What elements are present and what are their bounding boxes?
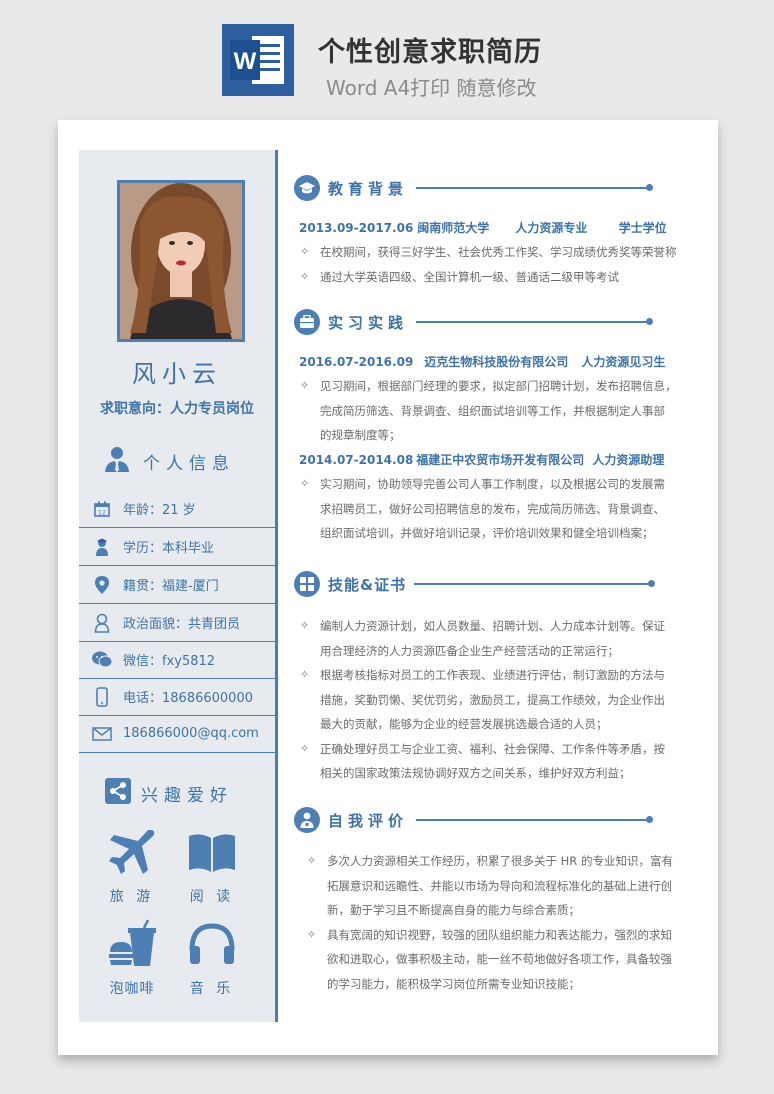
diamond-bullet-icon: ✧ bbox=[300, 741, 310, 755]
hobby-coffee: 泡咖啡 bbox=[97, 918, 167, 998]
hobby-reading: 阅 读 bbox=[177, 826, 247, 906]
hobbies-heading: 兴趣爱好 bbox=[105, 778, 233, 808]
diamond-bullet-icon: ✧ bbox=[300, 379, 310, 392]
personal-info-title: 个人信息 bbox=[143, 453, 235, 474]
info-row-wechat: 微信：fxy5812 bbox=[79, 641, 275, 679]
education-bullet: ✧ 在校期间，获得三好学生、社会优秀工作奖、学习成绩优秀奖等荣誉称 bbox=[300, 240, 700, 265]
self-eval-heading: 自我评价 bbox=[294, 806, 654, 834]
header-subtitle: Word A4打印 随意修改 bbox=[326, 76, 537, 100]
diamond-bullet-icon: ✧ bbox=[300, 269, 310, 283]
internship-row-2: 2014.07-2014.08 福建正中农贸市场开发有限公司 人力资源助理 bbox=[299, 451, 664, 468]
info-email: 186866000@qq.com bbox=[123, 726, 259, 741]
sidebar: 风小云 求职意向：人力专员岗位 个人信息 12 年龄：21 岁 学历：本科毕业 … bbox=[79, 150, 275, 1022]
header: W 个性创意求职简历 Word A4打印 随意修改 bbox=[0, 0, 774, 118]
internship-heading: 实习实践 bbox=[294, 308, 654, 336]
education-period: 2013.09-2017.06 bbox=[299, 221, 414, 235]
diamond-bullet-icon: ✧ bbox=[307, 854, 317, 867]
education-bullets: ✧ 在校期间，获得三好学生、社会优秀工作奖、学习成绩优秀奖等荣誉称 ✧ 通过大学英语… bbox=[300, 240, 700, 290]
hobby-reading-label: 阅 读 bbox=[189, 889, 235, 905]
education-rule bbox=[416, 184, 654, 191]
wechat-icon bbox=[91, 649, 113, 671]
user-lock-icon bbox=[294, 807, 320, 833]
word-logo-letter: W bbox=[234, 48, 257, 75]
internship-desc-1: ✧ 见习期间，根据部门经理的要求，拟定部门招聘计划，发布招聘信息， 完成简历筛选、… bbox=[300, 374, 700, 448]
diamond-bullet-icon: ✧ bbox=[300, 619, 310, 632]
resume-page: 风小云 求职意向：人力专员岗位 个人信息 12 年龄：21 岁 学历：本科毕业 … bbox=[58, 120, 718, 1055]
internship-period-1: 2016.07-2016.09 bbox=[299, 355, 414, 369]
self-eval-rule bbox=[416, 816, 654, 823]
diamond-bullet-icon: ✧ bbox=[300, 477, 310, 490]
internship-rule bbox=[416, 318, 654, 325]
book-icon bbox=[186, 834, 238, 882]
info-row-hometown: 籍贯：福建-厦门 bbox=[79, 566, 275, 604]
job-intent: 求职意向：人力专员岗位 bbox=[100, 401, 254, 417]
briefcase-icon bbox=[294, 309, 320, 335]
personal-info-heading: 个人信息 bbox=[103, 446, 235, 476]
phone-icon bbox=[91, 686, 113, 708]
internship-title: 实习实践 bbox=[328, 313, 409, 332]
info-wechat: 微信：fxy5812 bbox=[123, 654, 216, 669]
airplane-icon bbox=[106, 830, 158, 882]
grid-icon bbox=[294, 571, 320, 597]
info-political: 政治面貌：共青团员 bbox=[123, 617, 241, 632]
education-major: 人力资源专业 bbox=[515, 221, 588, 235]
internship-row-1: 2016.07-2016.09 迈克生物科技股份有限公司 人力资源见习生 bbox=[299, 353, 665, 370]
user-tie-icon bbox=[103, 446, 131, 476]
skills-title: 技能&证书 bbox=[328, 575, 407, 594]
internship-role-1: 人力资源见习生 bbox=[581, 355, 666, 369]
internship-period-2: 2014.07-2014.08 bbox=[299, 453, 414, 467]
education-bullet: ✧ 通过大学英语四级、全国计算机一级、普通话二级甲等考试 bbox=[300, 265, 700, 290]
svg-text:12: 12 bbox=[98, 508, 106, 516]
internship-company-1: 迈克生物科技股份有限公司 bbox=[424, 355, 569, 369]
education-title: 教育背景 bbox=[328, 179, 409, 198]
education-school: 闽南师范大学 bbox=[417, 221, 490, 235]
share-icon bbox=[105, 778, 131, 808]
skills-bullets: ✧ 编制人力资源计划，如人员数量、招聘计划、人力成本计划等。保证 用合理经济的人力… bbox=[300, 614, 700, 786]
graduation-cap-icon bbox=[294, 175, 320, 201]
hobbies-title: 兴趣爱好 bbox=[141, 785, 233, 806]
coffee-burger-icon bbox=[106, 919, 158, 974]
skills-rule bbox=[414, 580, 656, 587]
diamond-bullet-icon: ✧ bbox=[300, 668, 310, 681]
education-row: 2013.09-2017.06 闽南师范大学 人力资源专业 学士学位 bbox=[299, 219, 667, 236]
profile-name: 风小云 bbox=[132, 360, 222, 388]
internship-desc-2: ✧ 实习期间，协助领导完善公司人事工作制度，以及根据公司的发展需 求招聘员工，做好… bbox=[300, 472, 700, 546]
diamond-bullet-icon: ✧ bbox=[300, 245, 310, 258]
info-row-email: 186866000@qq.com bbox=[79, 715, 275, 753]
info-row-political: 政治面貌：共青团员 bbox=[79, 604, 275, 642]
education-heading: 教育背景 bbox=[294, 174, 654, 202]
info-age: 年龄：21 岁 bbox=[123, 503, 196, 518]
hobby-coffee-label: 泡咖啡 bbox=[109, 981, 155, 997]
hobby-travel-label: 旅 游 bbox=[109, 889, 155, 905]
hobby-travel: 旅 游 bbox=[97, 826, 167, 906]
info-phone: 电话：18686600000 bbox=[123, 691, 253, 706]
location-pin-icon bbox=[91, 574, 113, 596]
profile-photo bbox=[117, 180, 245, 342]
info-row-age: 12 年龄：21 岁 bbox=[79, 490, 275, 528]
info-hometown: 籍贯：福建-厦门 bbox=[123, 579, 219, 594]
self-eval-title: 自我评价 bbox=[328, 811, 409, 830]
person-icon bbox=[91, 612, 113, 634]
info-row-education: 学历：本科毕业 bbox=[79, 528, 275, 566]
hobby-music: 音 乐 bbox=[177, 918, 247, 998]
graduate-icon bbox=[91, 536, 113, 558]
internship-role-2: 人力资源助理 bbox=[592, 453, 665, 467]
mail-icon bbox=[91, 723, 113, 745]
headphones-icon bbox=[186, 923, 238, 974]
skills-heading: 技能&证书 bbox=[294, 570, 656, 598]
info-education: 学历：本科毕业 bbox=[123, 541, 215, 556]
self-eval-bullets: ✧ 多次人力资源相关工作经历，积累了很多关于 HR 的专业知识，富有 拓展意识和远… bbox=[307, 849, 707, 996]
word-logo-icon: W bbox=[222, 24, 294, 96]
education-degree: 学士学位 bbox=[618, 221, 667, 235]
internship-company-2: 福建正中农贸市场开发有限公司 bbox=[416, 453, 585, 467]
divider-line bbox=[275, 150, 278, 1022]
calendar-icon: 12 bbox=[91, 498, 113, 520]
header-title: 个性创意求职简历 bbox=[318, 37, 542, 68]
hobby-music-label: 音 乐 bbox=[189, 981, 235, 997]
diamond-bullet-icon: ✧ bbox=[307, 927, 317, 941]
info-row-phone: 电话：18686600000 bbox=[79, 678, 275, 716]
